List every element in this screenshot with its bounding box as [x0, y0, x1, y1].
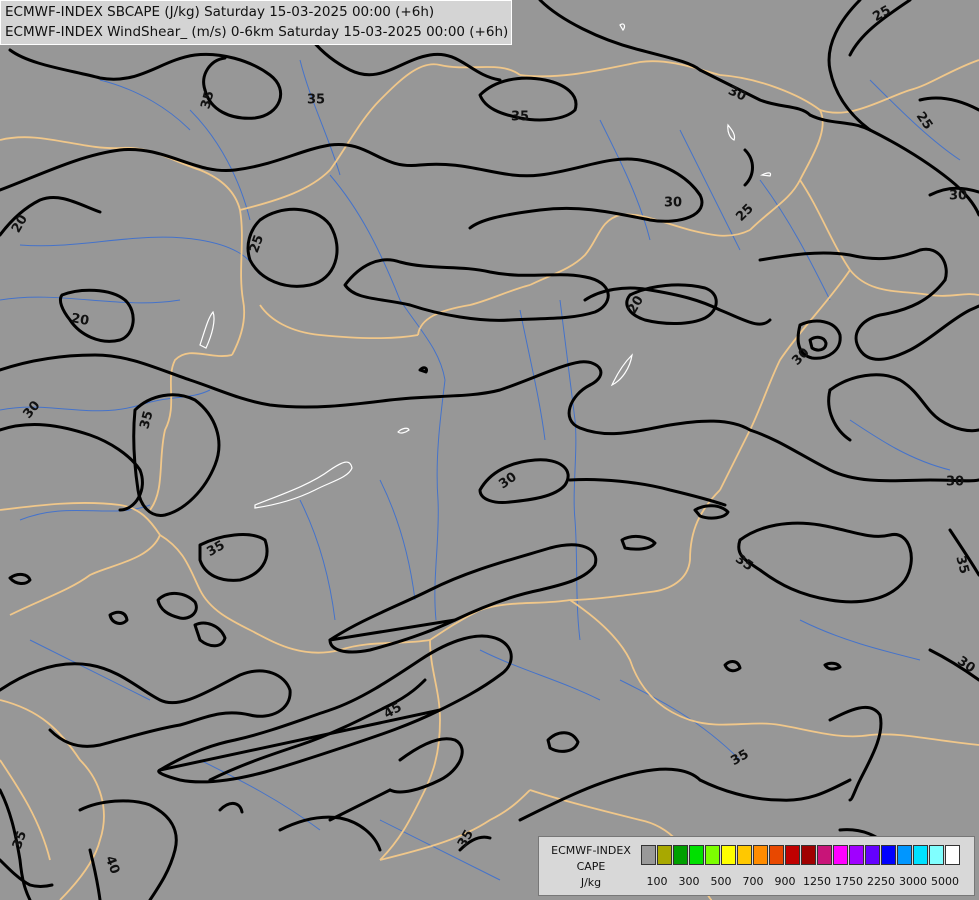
legend-swatch	[929, 845, 944, 865]
legend-tick-label: 700	[742, 875, 764, 888]
legend-tick-label: 5000	[931, 875, 959, 888]
legend-swatch	[673, 845, 688, 865]
legend-swatch	[641, 845, 656, 865]
legend-swatch	[689, 845, 704, 865]
legend-swatch	[817, 845, 832, 865]
legend-tick-label: 500	[710, 875, 732, 888]
legend-title-unit: J/kg	[580, 876, 602, 889]
legend-title-variable: CAPE	[576, 860, 606, 873]
cape-legend: ECMWF-INDEX CAPE J/kg 100 300 500 700 900 125…	[538, 836, 975, 896]
legend-swatch	[849, 845, 864, 865]
contour-label: 30	[949, 189, 967, 204]
legend-swatch	[769, 845, 784, 865]
legend-tick-label: 100	[646, 875, 668, 888]
legend-swatch	[881, 845, 896, 865]
legend-swatch	[753, 845, 768, 865]
legend-color-swatches	[641, 845, 961, 867]
contour-label: 30	[946, 475, 964, 490]
legend-tick-label: 1250	[803, 875, 831, 888]
legend-tick-label: 2250	[867, 875, 895, 888]
contour-label: 35	[511, 110, 529, 125]
weather-map: 2535 353530252030 25302520203030 3530353035…	[0, 0, 979, 900]
legend-tick-label: 3000	[899, 875, 927, 888]
contour-label: 30	[664, 196, 682, 211]
legend-swatch	[785, 845, 800, 865]
legend-swatch	[657, 845, 672, 865]
legend-swatch	[721, 845, 736, 865]
contour-label: 20	[70, 311, 90, 329]
legend-tick-label: 900	[774, 875, 796, 888]
legend-swatch	[913, 845, 928, 865]
legend-swatch	[833, 845, 848, 865]
legend-title: ECMWF-INDEX CAPE J/kg	[543, 843, 639, 891]
legend-swatch	[801, 845, 816, 865]
legend-title-source: ECMWF-INDEX	[551, 844, 631, 857]
contour-label: 35	[307, 93, 325, 108]
map-title-box: ECMWF-INDEX SBCAPE (J/kg) Saturday 15-03…	[0, 0, 513, 45]
title-line-sbcape: ECMWF-INDEX SBCAPE (J/kg) Saturday 15-03…	[5, 4, 435, 20]
legend-tick-label: 1750	[835, 875, 863, 888]
legend-swatch	[705, 845, 720, 865]
legend-tick-label: 300	[678, 875, 700, 888]
title-line-windshear: ECMWF-INDEX WindShear_ (m/s) 0-6km Satur…	[5, 24, 509, 40]
legend-tick-labels: 100 300 500 700 900 1250 1750 2250 3000 5000	[641, 875, 971, 891]
legend-swatch	[865, 845, 880, 865]
legend-swatch	[945, 845, 960, 865]
legend-swatch	[737, 845, 752, 865]
legend-swatch	[897, 845, 912, 865]
